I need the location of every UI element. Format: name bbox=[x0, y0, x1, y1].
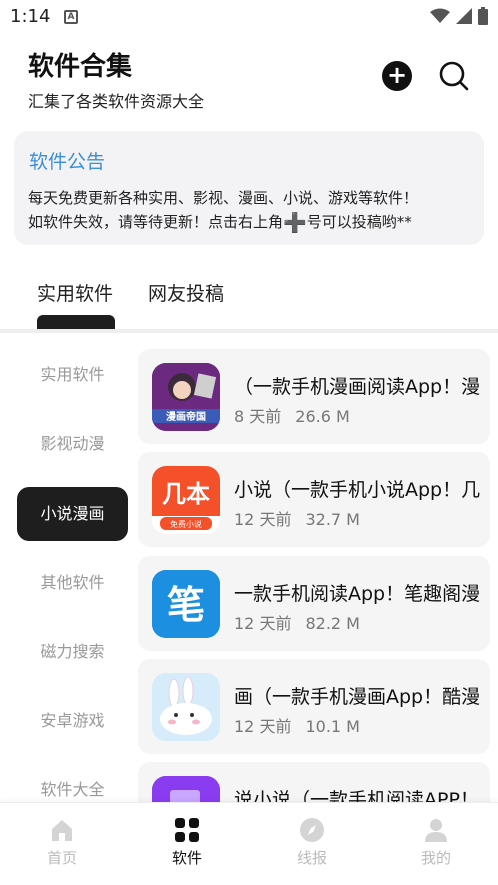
app-size: 32.7 M bbox=[305, 510, 360, 529]
nav-deals[interactable]: 线报 bbox=[272, 817, 352, 868]
category-magnet-search[interactable]: 磁力搜索 bbox=[17, 625, 128, 679]
plus-circle-icon: + bbox=[386, 61, 408, 89]
status-indicators bbox=[430, 7, 488, 25]
tab-user-submissions[interactable]: 网友投稿 bbox=[148, 279, 224, 306]
home-icon bbox=[52, 820, 72, 841]
user-icon bbox=[425, 819, 447, 842]
grid-icon bbox=[175, 818, 199, 842]
search-icon bbox=[439, 61, 469, 91]
notice-card: 软件公告 每天免费更新各种实用、影视、漫画、小说、游戏等软件！ 如软件失效，请等… bbox=[14, 131, 484, 245]
nav-deals-label: 线报 bbox=[296, 849, 327, 867]
app-size: 82.2 M bbox=[305, 614, 360, 633]
bottom-nav: 首页 软件 线报 我的 bbox=[0, 802, 498, 885]
notice-line-1: 每天免费更新各种实用、影视、漫画、小说、游戏等软件！ bbox=[28, 189, 419, 207]
app-size: 26.6 M bbox=[295, 407, 350, 426]
svg-text:免费小说: 免费小说 bbox=[170, 519, 202, 529]
page-title: 软件合集 bbox=[28, 52, 133, 82]
notice-line-2-b: 号可以投稿哟** bbox=[306, 213, 412, 231]
nav-home-label: 首页 bbox=[46, 849, 77, 867]
app-age: 12 天前 bbox=[234, 614, 292, 633]
jiben-novel-icon: 几本 免费小说 bbox=[152, 466, 220, 534]
app-age: 12 天前 bbox=[234, 717, 292, 736]
app-name: 一款手机阅读App！笔趣阁漫 bbox=[234, 583, 481, 605]
add-button[interactable]: + bbox=[382, 61, 412, 91]
battery-icon bbox=[478, 7, 488, 25]
nav-software[interactable]: 软件 bbox=[147, 817, 227, 868]
bunny-icon bbox=[152, 673, 220, 741]
svg-text:笔: 笔 bbox=[167, 582, 205, 627]
nav-home[interactable]: 首页 bbox=[22, 817, 102, 868]
category-practical[interactable]: 实用软件 bbox=[17, 348, 128, 402]
app-size: 10.1 M bbox=[305, 717, 360, 736]
app-card-manhua-diguo[interactable]: 漫画帝国 （一款手机漫画阅读App！漫 8 天前 26.6 M bbox=[138, 349, 490, 444]
nav-software-label: 软件 bbox=[171, 849, 202, 867]
nav-profile[interactable]: 我的 bbox=[396, 817, 476, 868]
biquge-icon: 笔 bbox=[152, 570, 220, 638]
notice-title: 软件公告 bbox=[29, 151, 106, 173]
page-subtitle: 汇集了各类软件资源大全 bbox=[28, 92, 205, 111]
category-film-anime[interactable]: 影视动漫 bbox=[17, 417, 128, 471]
app-card-kuman[interactable]: 画（一款手机漫画App！酷漫 12 天前 10.1 M bbox=[138, 659, 490, 754]
tab-indicator bbox=[37, 315, 115, 329]
compass-icon bbox=[300, 818, 324, 842]
search-button[interactable] bbox=[438, 60, 470, 92]
wifi-icon bbox=[430, 8, 450, 23]
app-age: 8 天前 bbox=[234, 407, 282, 426]
app-meta: 12 天前 32.7 M bbox=[234, 506, 360, 530]
signal-icon bbox=[456, 8, 472, 24]
app-card-biquge[interactable]: 笔 一款手机阅读App！笔趣阁漫 12 天前 82.2 M bbox=[138, 556, 490, 651]
notice-line-2: 如软件失效，请等待更新！点击右上角➕号可以投稿哟** bbox=[28, 211, 412, 234]
tab-practical-software[interactable]: 实用软件 bbox=[37, 279, 113, 306]
app-name: 小说（一款手机小说App！几 bbox=[234, 479, 481, 501]
svg-text:漫画帝国: 漫画帝国 bbox=[166, 410, 206, 423]
app-card-jiben-novel[interactable]: 几本 免费小说 小说（一款手机小说App！几 12 天前 32.7 M bbox=[138, 452, 490, 547]
app-meta: 8 天前 26.6 M bbox=[234, 403, 350, 427]
status-time: 1:14 bbox=[10, 6, 51, 27]
category-other[interactable]: 其他软件 bbox=[17, 556, 128, 610]
app-name: 画（一款手机漫画App！酷漫 bbox=[234, 686, 481, 708]
category-android-games[interactable]: 安卓游戏 bbox=[17, 694, 128, 748]
app-name: （一款手机漫画阅读App！漫 bbox=[234, 376, 481, 398]
divider bbox=[0, 329, 498, 333]
status-bar: 1:14 A bbox=[0, 0, 498, 34]
app-meta: 12 天前 10.1 M bbox=[234, 713, 360, 737]
svg-text:几本: 几本 bbox=[162, 480, 210, 508]
manhua-diguo-icon: 漫画帝国 bbox=[152, 363, 220, 431]
app-age: 12 天前 bbox=[234, 510, 292, 529]
notice-line-2-a: 如软件失效，请等待更新！点击右上角 bbox=[28, 213, 284, 231]
category-novel-comic[interactable]: 小说漫画 bbox=[17, 487, 128, 541]
plus-icon: ➕ bbox=[283, 212, 307, 234]
a-icon: A bbox=[64, 10, 78, 24]
app-meta: 12 天前 82.2 M bbox=[234, 610, 360, 634]
nav-profile-label: 我的 bbox=[420, 849, 451, 867]
